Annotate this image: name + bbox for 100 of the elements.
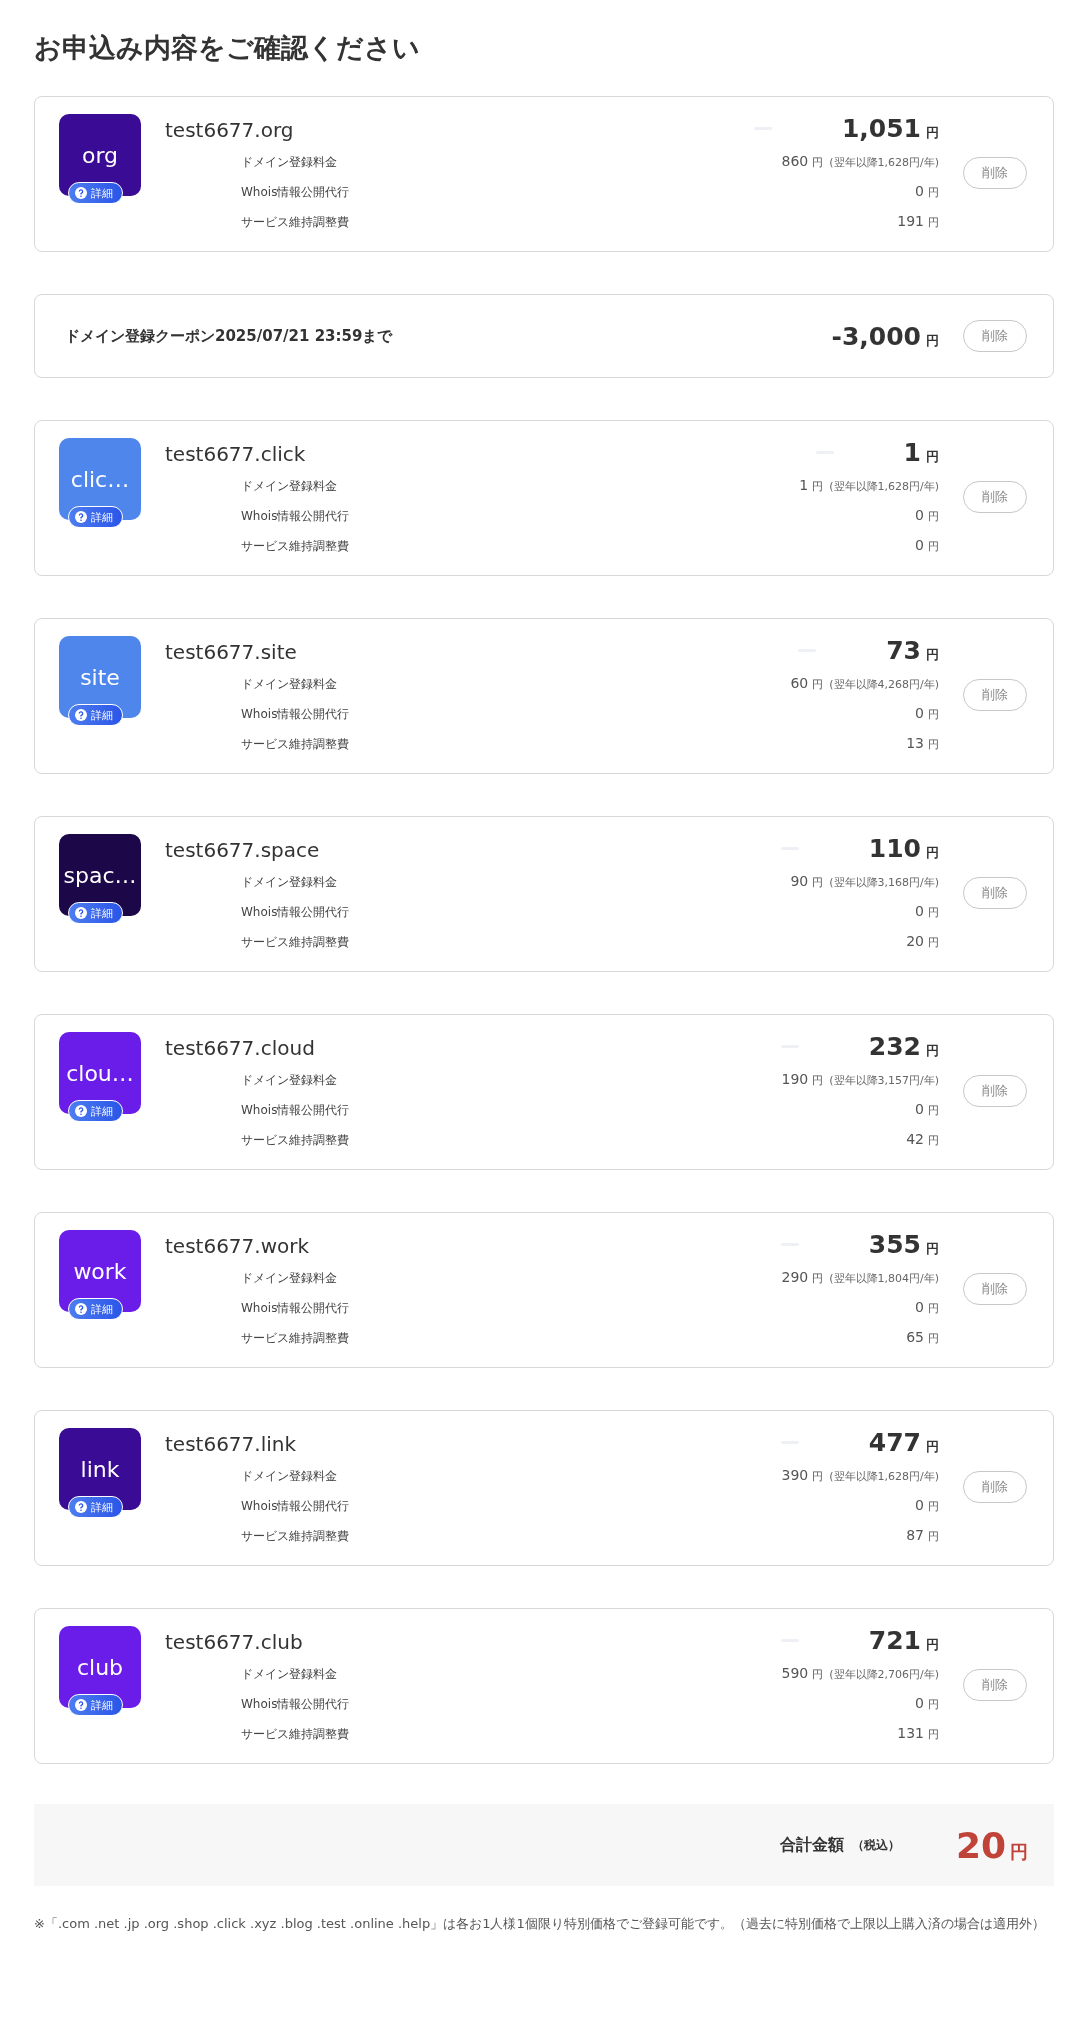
fee-label: サービス維持調整費 bbox=[241, 934, 349, 951]
page-title: お申込み内容をご確認ください bbox=[34, 31, 421, 65]
fee-amount: 65 円 bbox=[906, 1329, 939, 1346]
domain-name: test6677.site bbox=[165, 640, 297, 664]
detail-button[interactable]: 詳細 bbox=[68, 1496, 123, 1518]
fee-amount: 0 円 bbox=[915, 1299, 939, 1316]
domain-name: test6677.work bbox=[165, 1234, 310, 1258]
fee-amount: 90 円 bbox=[790, 873, 824, 890]
delete-button[interactable]: 削除 bbox=[963, 1074, 1027, 1107]
tax-note: （税込） bbox=[851, 1836, 900, 1854]
fee-amount: 190 円 bbox=[781, 1071, 824, 1088]
fee-label: サービス維持調整費 bbox=[241, 1330, 349, 1347]
renewal-note: (翌年以降4,268円/年) bbox=[829, 677, 939, 692]
fee-label: Whois情報公開代行 bbox=[241, 1696, 350, 1713]
coupon-discount: -3,000 円 bbox=[831, 321, 939, 351]
fee-label: ドメイン登録料金 bbox=[241, 676, 337, 693]
help-icon bbox=[75, 907, 87, 919]
delete-button[interactable]: 削除 bbox=[963, 678, 1027, 711]
fee-label: Whois情報公開代行 bbox=[241, 1498, 350, 1515]
domain-name: test6677.click bbox=[165, 442, 306, 466]
fee-label: Whois情報公開代行 bbox=[241, 1102, 350, 1119]
fee-label: Whois情報公開代行 bbox=[241, 508, 350, 525]
help-icon bbox=[75, 1501, 87, 1513]
fee-amount: 0 円 bbox=[915, 1101, 939, 1118]
fee-label: ドメイン登録料金 bbox=[241, 874, 337, 891]
domain-price: 1 円 bbox=[903, 438, 939, 467]
detail-button[interactable]: 詳細 bbox=[68, 1694, 123, 1716]
domain-price: 477 円 bbox=[868, 1428, 939, 1457]
detail-button[interactable]: 詳細 bbox=[68, 704, 123, 726]
coupon-name: ドメイン登録クーポン2025/07/21 23:59まで bbox=[65, 326, 393, 346]
delete-button[interactable]: 削除 bbox=[963, 1272, 1027, 1305]
fee-label: サービス維持調整費 bbox=[241, 538, 349, 555]
domain-name: test6677.club bbox=[165, 1630, 303, 1654]
fee-amount: 290 円 bbox=[781, 1269, 824, 1286]
fee-label: Whois情報公開代行 bbox=[241, 904, 350, 921]
fee-amount: 590 円 bbox=[781, 1665, 824, 1682]
fee-amount: 13 円 bbox=[906, 735, 939, 752]
fee-amount: 60 円 bbox=[790, 675, 824, 692]
domain-price: 232 円 bbox=[868, 1032, 939, 1061]
fee-label: サービス維持調整費 bbox=[241, 736, 349, 753]
fee-label: サービス維持調整費 bbox=[241, 1726, 349, 1743]
delete-button[interactable]: 削除 bbox=[963, 156, 1027, 189]
renewal-note: (翌年以降1,628円/年) bbox=[829, 155, 939, 170]
fee-label: Whois情報公開代行 bbox=[241, 706, 350, 723]
fee-label: Whois情報公開代行 bbox=[241, 1300, 350, 1317]
fee-label: ドメイン登録料金 bbox=[241, 154, 337, 171]
detail-button[interactable]: 詳細 bbox=[68, 902, 123, 924]
fee-amount: 0 円 bbox=[915, 1497, 939, 1514]
fee-label: サービス維持調整費 bbox=[241, 214, 349, 231]
domain-name: test6677.link bbox=[165, 1432, 297, 1456]
fee-label: Whois情報公開代行 bbox=[241, 184, 350, 201]
detail-button[interactable]: 詳細 bbox=[68, 1100, 123, 1122]
fee-amount: 0 円 bbox=[915, 183, 939, 200]
domain-price: 355 円 bbox=[868, 1230, 939, 1259]
renewal-note: (翌年以降1,804円/年) bbox=[829, 1271, 939, 1286]
fee-label: ドメイン登録料金 bbox=[241, 478, 337, 495]
delete-button[interactable]: 削除 bbox=[963, 320, 1027, 352]
detail-button[interactable]: 詳細 bbox=[68, 182, 123, 204]
help-icon bbox=[75, 1303, 87, 1315]
domain-price: 721 円 bbox=[868, 1626, 939, 1655]
fee-label: ドメイン登録料金 bbox=[241, 1468, 337, 1485]
domain-name: test6677.cloud bbox=[165, 1036, 315, 1060]
fee-amount: 87 円 bbox=[906, 1527, 939, 1544]
delete-button[interactable]: 削除 bbox=[963, 1668, 1027, 1701]
domain-price: 1,051 円 bbox=[841, 114, 939, 143]
fee-amount: 42 円 bbox=[906, 1131, 939, 1148]
fee-amount: 860 円 bbox=[781, 153, 824, 170]
fee-amount: 20 円 bbox=[906, 933, 939, 950]
detail-button[interactable]: 詳細 bbox=[68, 506, 123, 528]
footnote: ※「.com .net .jp .org .shop .click .xyz .blog .test .online .help」は各お1人様1個限り特別価格でご登録可能です。（過去に特別価格で上限以上購入済の場合は適用外） bbox=[34, 1915, 1046, 1933]
help-icon bbox=[75, 511, 87, 523]
renewal-note: (翌年以降2,706円/年) bbox=[829, 1667, 939, 1682]
fee-amount: 390 円 bbox=[781, 1467, 824, 1484]
total-amount: 20 円 bbox=[955, 1824, 1028, 1866]
fee-amount: 191 円 bbox=[897, 213, 939, 230]
help-icon bbox=[75, 1105, 87, 1117]
delete-button[interactable]: 削除 bbox=[963, 1470, 1027, 1503]
fee-label: ドメイン登録料金 bbox=[241, 1666, 337, 1683]
domain-name: test6677.space bbox=[165, 838, 320, 862]
fee-label: ドメイン登録料金 bbox=[241, 1072, 337, 1089]
fee-amount: 0 円 bbox=[915, 903, 939, 920]
detail-button[interactable]: 詳細 bbox=[68, 1298, 123, 1320]
domain-name: test6677.org bbox=[165, 118, 294, 142]
fee-amount: 131 円 bbox=[897, 1725, 939, 1742]
fee-label: サービス維持調整費 bbox=[241, 1132, 349, 1149]
renewal-note: (翌年以降1,628円/年) bbox=[829, 479, 939, 494]
renewal-note: (翌年以降3,168円/年) bbox=[829, 875, 939, 890]
domain-price: 110 円 bbox=[868, 834, 939, 863]
help-icon bbox=[75, 1699, 87, 1711]
renewal-note: (翌年以降3,157円/年) bbox=[829, 1073, 939, 1088]
help-icon bbox=[75, 187, 87, 199]
domain-price: 73 円 bbox=[886, 636, 939, 665]
fee-amount: 0 円 bbox=[915, 507, 939, 524]
fee-amount: 0 円 bbox=[915, 1695, 939, 1712]
fee-amount: 0 円 bbox=[915, 537, 939, 554]
help-icon bbox=[75, 709, 87, 721]
fee-label: サービス維持調整費 bbox=[241, 1528, 349, 1545]
delete-button[interactable]: 削除 bbox=[963, 876, 1027, 909]
delete-button[interactable]: 削除 bbox=[963, 480, 1027, 513]
fee-amount: 0 円 bbox=[915, 705, 939, 722]
